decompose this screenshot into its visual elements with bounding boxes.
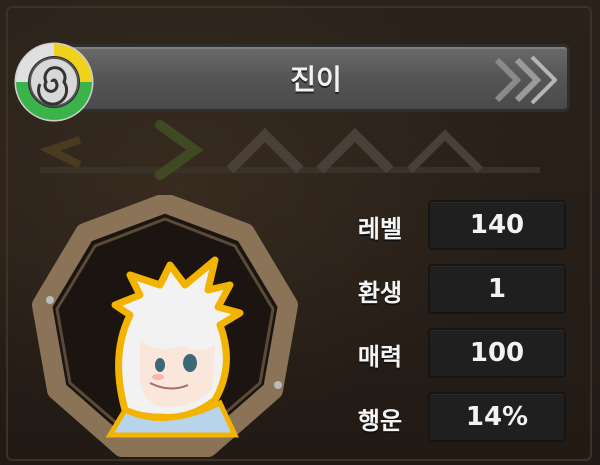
character-name-banner: 진이	[62, 44, 570, 112]
stat-row-level: 레벨 140	[332, 198, 572, 254]
character-portrait	[32, 195, 298, 457]
spiral-rank-badge-icon	[14, 42, 94, 122]
stat-label: 매력	[357, 342, 403, 371]
stat-label: 레벨	[357, 214, 403, 243]
stat-value: 140	[428, 200, 566, 250]
decorative-pattern	[39, 120, 540, 180]
stat-label: 행운	[357, 406, 403, 435]
stat-label: 환생	[357, 278, 403, 307]
stat-row-charm: 매력 100	[332, 326, 572, 382]
stat-value: 100	[428, 328, 566, 378]
stat-row-luck: 행운 14%	[332, 390, 572, 446]
stat-value: 1	[428, 264, 566, 314]
stat-row-rebirth: 환생 1	[332, 262, 572, 318]
stat-value: 14%	[428, 392, 566, 442]
double-chevron-right-icon	[494, 55, 557, 105]
